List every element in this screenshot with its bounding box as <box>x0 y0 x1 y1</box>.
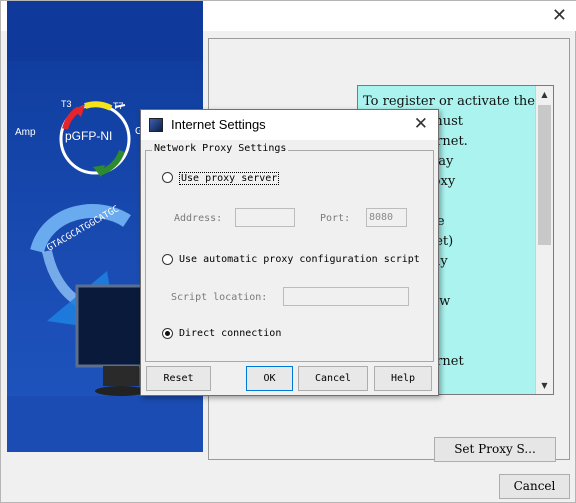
plasmid-label: pGFP-NI <box>65 129 112 143</box>
script-location-label: Script location: <box>171 292 268 303</box>
auto-config-label[interactable]: Use automatic proxy configuration script <box>179 254 420 265</box>
set-proxy-button[interactable]: Set Proxy S... <box>434 437 556 462</box>
dialog-close-icon[interactable]: ✕ <box>414 114 428 134</box>
address-label: Address: <box>174 213 223 224</box>
cancel-button[interactable]: Cancel <box>499 474 570 499</box>
window-close-icon[interactable]: ✕ <box>552 5 567 26</box>
scroll-up-icon[interactable]: ▲ <box>537 87 552 102</box>
scroll-down-icon[interactable]: ▼ <box>537 378 552 393</box>
direct-connection-label[interactable]: Direct connection <box>179 328 281 339</box>
group-label: Network Proxy Settings <box>152 143 289 154</box>
use-proxy-label[interactable]: Use proxy server <box>179 172 280 185</box>
ok-button[interactable]: OK <box>246 366 293 391</box>
use-proxy-radio[interactable] <box>162 172 173 183</box>
auto-config-radio[interactable] <box>162 254 173 265</box>
t7-label: T7 <box>113 101 124 111</box>
info-scrollbar[interactable]: ▲ ▼ <box>535 86 553 394</box>
script-location-field[interactable] <box>283 287 409 306</box>
direct-connection-radio[interactable] <box>162 328 173 339</box>
proxy-settings-group: Network Proxy Settings Use proxy server … <box>145 143 434 362</box>
dialog-title: Internet Settings <box>171 117 266 132</box>
internet-settings-dialog: Internet Settings ✕ Network Proxy Settin… <box>140 109 439 396</box>
scroll-thumb[interactable] <box>538 105 551 245</box>
port-label: Port: <box>320 213 351 224</box>
dialog-cancel-button[interactable]: Cancel <box>298 366 368 391</box>
t3-label: T3 <box>61 99 72 109</box>
amp-label: Amp <box>15 127 36 138</box>
t3-t7-segment <box>84 101 113 111</box>
dialog-title-bar: Internet Settings ✕ <box>141 110 438 140</box>
help-button[interactable]: Help <box>374 366 432 391</box>
address-field[interactable] <box>235 208 295 227</box>
app-icon <box>149 118 163 132</box>
port-field[interactable]: 8080 <box>366 208 407 227</box>
main-window: ✕ pGFP-NI Amp T3 T7 G GTACGCATGGCATGC To… <box>0 0 576 503</box>
reset-button[interactable]: Reset <box>146 366 211 391</box>
